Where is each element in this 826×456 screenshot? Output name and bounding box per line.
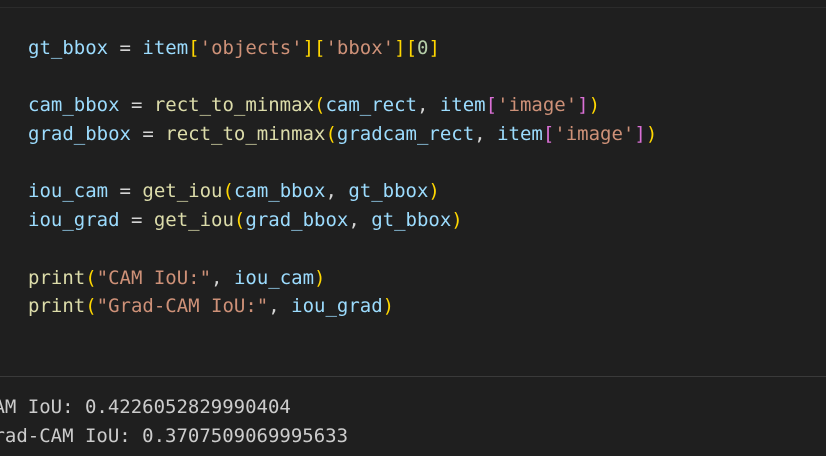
variable-token: gt_bbox xyxy=(28,37,109,59)
bracket-token: ] xyxy=(577,94,589,117)
bracket-token: ] xyxy=(302,37,315,59)
cell-output: CAM IoU: 0.4226052829990404 Grad-CAM IoU:… xyxy=(0,377,826,456)
bracket-token: ) xyxy=(382,295,395,318)
operator-token: , xyxy=(348,209,372,232)
bracket-token: ) xyxy=(588,94,601,117)
bracket-token: ) xyxy=(314,266,326,289)
function-token: rect_to_minmax xyxy=(165,123,326,146)
operator-token: = xyxy=(108,180,143,203)
variable-token: iou_grad xyxy=(28,209,120,232)
code-line-3: cam_bbox = rect_to_minmax(cam_rect, item… xyxy=(28,91,657,120)
variable-token: cam_bbox xyxy=(233,180,326,203)
variable-token: grad_bbox xyxy=(28,123,131,146)
function-token: get_iou xyxy=(142,180,223,203)
code-line-4: grad_bbox = rect_to_minmax(gradcam_rect,… xyxy=(28,120,657,149)
operator-token: = xyxy=(108,37,143,59)
operator-token: , xyxy=(325,180,349,203)
bracket-token: ( xyxy=(314,94,326,117)
variable-token: gt_bbox xyxy=(371,209,452,232)
string-token: 'objects' xyxy=(199,37,303,59)
bracket-token: ( xyxy=(85,266,97,289)
variable-token: iou_cam xyxy=(28,180,109,203)
bracket-token: ] xyxy=(428,37,440,59)
function-token: print xyxy=(28,295,86,318)
bracket-token: [ xyxy=(485,94,498,117)
variable-token: gt_bbox xyxy=(348,180,429,203)
code-cell[interactable]: gt_bbox = item['objects']['bbox'][0] cam_… xyxy=(0,8,826,376)
number-token: 0 xyxy=(417,37,429,59)
variable-token: iou_cam xyxy=(233,266,315,289)
function-token: get_iou xyxy=(153,209,234,232)
bracket-token: [ xyxy=(542,123,555,146)
bracket-token: ] xyxy=(394,37,406,59)
code-line-6: iou_cam = get_iou(cam_bbox, gt_bbox) xyxy=(28,177,657,206)
operator-token: = xyxy=(119,94,154,117)
variable-token: item xyxy=(439,94,486,117)
operator-token: = xyxy=(130,123,166,146)
operator-token: , xyxy=(211,266,234,289)
bracket-token: ) xyxy=(451,209,463,232)
code-line-10: print("Grad-CAM IoU:", iou_grad) xyxy=(28,292,657,321)
output-text: CAM IoU: 0.4226052829990404 Grad-CAM IoU:… xyxy=(0,393,348,450)
string-token: 'image' xyxy=(554,123,635,146)
bracket-token: ) xyxy=(428,180,440,203)
bracket-token: ( xyxy=(233,209,246,232)
variable-token: gradcam_rect xyxy=(336,123,475,146)
code-line-1: gt_bbox = item['objects']['bbox'][0] xyxy=(28,34,657,63)
variable-token: grad_bbox xyxy=(245,209,349,232)
string-token: "Grad-CAM IoU:" xyxy=(96,295,269,318)
function-token: print xyxy=(28,266,86,289)
operator-token: , xyxy=(268,295,292,318)
output-line: CAM IoU: 0.4226052829990404 xyxy=(0,396,291,418)
bracket-token: ( xyxy=(325,123,337,146)
bracket-token: [ xyxy=(188,37,200,59)
string-token: 'bbox' xyxy=(325,37,395,59)
bracket-token: ( xyxy=(222,180,234,203)
bracket-token: ( xyxy=(85,295,97,318)
operator-token: , xyxy=(474,123,498,146)
code-line-7: iou_grad = get_iou(grad_bbox, gt_bbox) xyxy=(28,206,657,235)
variable-token: item xyxy=(142,37,189,59)
bracket-token: [ xyxy=(405,37,418,59)
output-line: Grad-CAM IoU: 0.3707509069995633 xyxy=(0,424,349,447)
cell-top-border xyxy=(0,0,826,8)
operator-token: = xyxy=(119,209,154,232)
code-line-9: print("CAM IoU:", iou_cam) xyxy=(28,264,657,293)
code-editor[interactable]: gt_bbox = item['objects']['bbox'][0] cam_… xyxy=(28,34,657,321)
bracket-token: [ xyxy=(314,37,326,59)
operator-token: , xyxy=(416,94,440,117)
function-token: rect_to_minmax xyxy=(153,94,314,117)
bracket-token: ] xyxy=(634,123,646,146)
string-token: "CAM IoU:" xyxy=(96,266,212,289)
bracket-token: ) xyxy=(645,123,658,146)
string-token: 'image' xyxy=(497,94,578,117)
variable-token: cam_bbox xyxy=(28,94,120,117)
variable-token: item xyxy=(497,123,543,146)
variable-token: cam_rect xyxy=(325,94,417,117)
variable-token: iou_grad xyxy=(291,295,383,318)
